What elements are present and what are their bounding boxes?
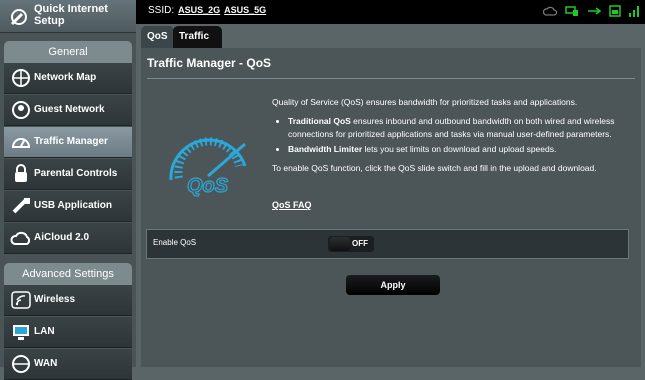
- speedometer-icon: [10, 132, 32, 152]
- status-icons: [542, 4, 639, 22]
- section-advanced-settings: Advanced Settings: [4, 263, 132, 286]
- storage-status-icon[interactable]: [609, 4, 621, 22]
- qos-feature-list: Traditional QoS ensures inbound and outb…: [272, 115, 622, 156]
- devices-status-icon[interactable]: [565, 4, 579, 22]
- globe-icon: [10, 354, 32, 374]
- globe-people-icon: [10, 100, 32, 120]
- svg-text:QoS: QoS: [187, 175, 229, 197]
- sidebar-item-aicloud[interactable]: AiCloud 2.0: [4, 223, 132, 254]
- sidebar-item-label: Guest Network: [34, 104, 105, 115]
- monitor-icon: [10, 322, 32, 342]
- sidebar-item-traffic-manager[interactable]: Traffic Manager: [4, 127, 132, 158]
- intro-text: Quality of Service (QoS) ensures bandwid…: [272, 97, 578, 107]
- usb-icon: [10, 196, 32, 216]
- sidebar-item-label: AiCloud 2.0: [34, 232, 90, 243]
- sidebar-item-label: Parental Controls: [34, 168, 118, 179]
- signal-status-icon[interactable]: [629, 4, 639, 22]
- usb-status-icon[interactable]: [587, 4, 602, 22]
- list-item: Bandwidth Limiter lets you set limits on…: [288, 143, 622, 156]
- qos-description: Quality of Service (QoS) ensures bandwid…: [272, 96, 622, 175]
- sidebar-item-wan[interactable]: WAN: [4, 349, 132, 380]
- lock-icon: [10, 164, 32, 184]
- sidebar-item-parental-controls[interactable]: Parental Controls: [4, 159, 132, 190]
- enable-qos-row: Enable QoS OFF: [146, 229, 629, 259]
- ssid-5g-link[interactable]: ASUS_5G: [224, 5, 266, 15]
- instructions-text: To enable QoS function, click the QoS sl…: [272, 163, 597, 173]
- ssid-label: SSID:: [148, 5, 175, 16]
- sidebar-item-lan[interactable]: LAN: [4, 317, 132, 348]
- cloud-icon: [10, 228, 32, 248]
- sidebar-item-label: Network Map: [34, 72, 97, 83]
- title-divider: [147, 78, 635, 79]
- qos-faq-link[interactable]: QoS FAQ: [272, 200, 312, 210]
- tab-traffic-monitor[interactable]: Traffic Monitor: [173, 26, 222, 64]
- enable-qos-label: Enable QoS: [153, 238, 197, 247]
- bandwidth-limiter-title: Bandwidth Limiter: [288, 144, 363, 154]
- ssid-2g-link[interactable]: ASUS_2G: [178, 5, 220, 15]
- sidebar-item-label: WAN: [34, 358, 58, 369]
- ssid-display: SSID: ASUS_2G ASUS_5G: [148, 5, 266, 16]
- globe-icon: [10, 68, 32, 88]
- sidebar-item-network-map[interactable]: Network Map: [4, 63, 132, 94]
- list-item: Traditional QoS ensures inbound and outb…: [288, 115, 622, 141]
- qos-panel: Traffic Manager - QoS QoS Quality of Ser…: [141, 48, 641, 367]
- wand-icon: [8, 6, 30, 28]
- sidebar-item-label: LAN: [34, 326, 55, 337]
- sidebar-item-label: USB Application: [34, 200, 112, 211]
- quick-setup-label: Quick Internet Setup: [34, 3, 108, 27]
- toggle-knob: [330, 237, 350, 251]
- sidebar-item-guest-network[interactable]: Guest Network: [4, 95, 132, 126]
- sidebar-item-usb-application[interactable]: USB Application: [4, 191, 132, 222]
- sidebar: Quick Internet Setup General Network Map…: [0, 0, 136, 380]
- toggle-state-label: OFF: [352, 239, 368, 248]
- sidebar-item-label: Wireless: [34, 294, 76, 305]
- tab-qos[interactable]: QoS: [141, 26, 174, 48]
- traditional-qos-title: Traditional QoS: [288, 116, 351, 126]
- page-title: Traffic Manager - QoS: [147, 56, 272, 70]
- wifi-icon: [10, 290, 32, 310]
- sidebar-item-wireless[interactable]: Wireless: [4, 285, 132, 316]
- quick-internet-setup-button[interactable]: Quick Internet Setup: [0, 0, 136, 33]
- qos-logo: QoS: [153, 126, 263, 203]
- section-general: General: [4, 41, 132, 64]
- sidebar-item-label: Traffic Manager: [34, 136, 108, 147]
- bandwidth-limiter-text: lets you set limits on download and uplo…: [362, 144, 557, 154]
- cloud-status-icon[interactable]: [542, 4, 558, 22]
- apply-button[interactable]: Apply: [346, 275, 440, 295]
- enable-qos-toggle[interactable]: OFF: [328, 236, 374, 252]
